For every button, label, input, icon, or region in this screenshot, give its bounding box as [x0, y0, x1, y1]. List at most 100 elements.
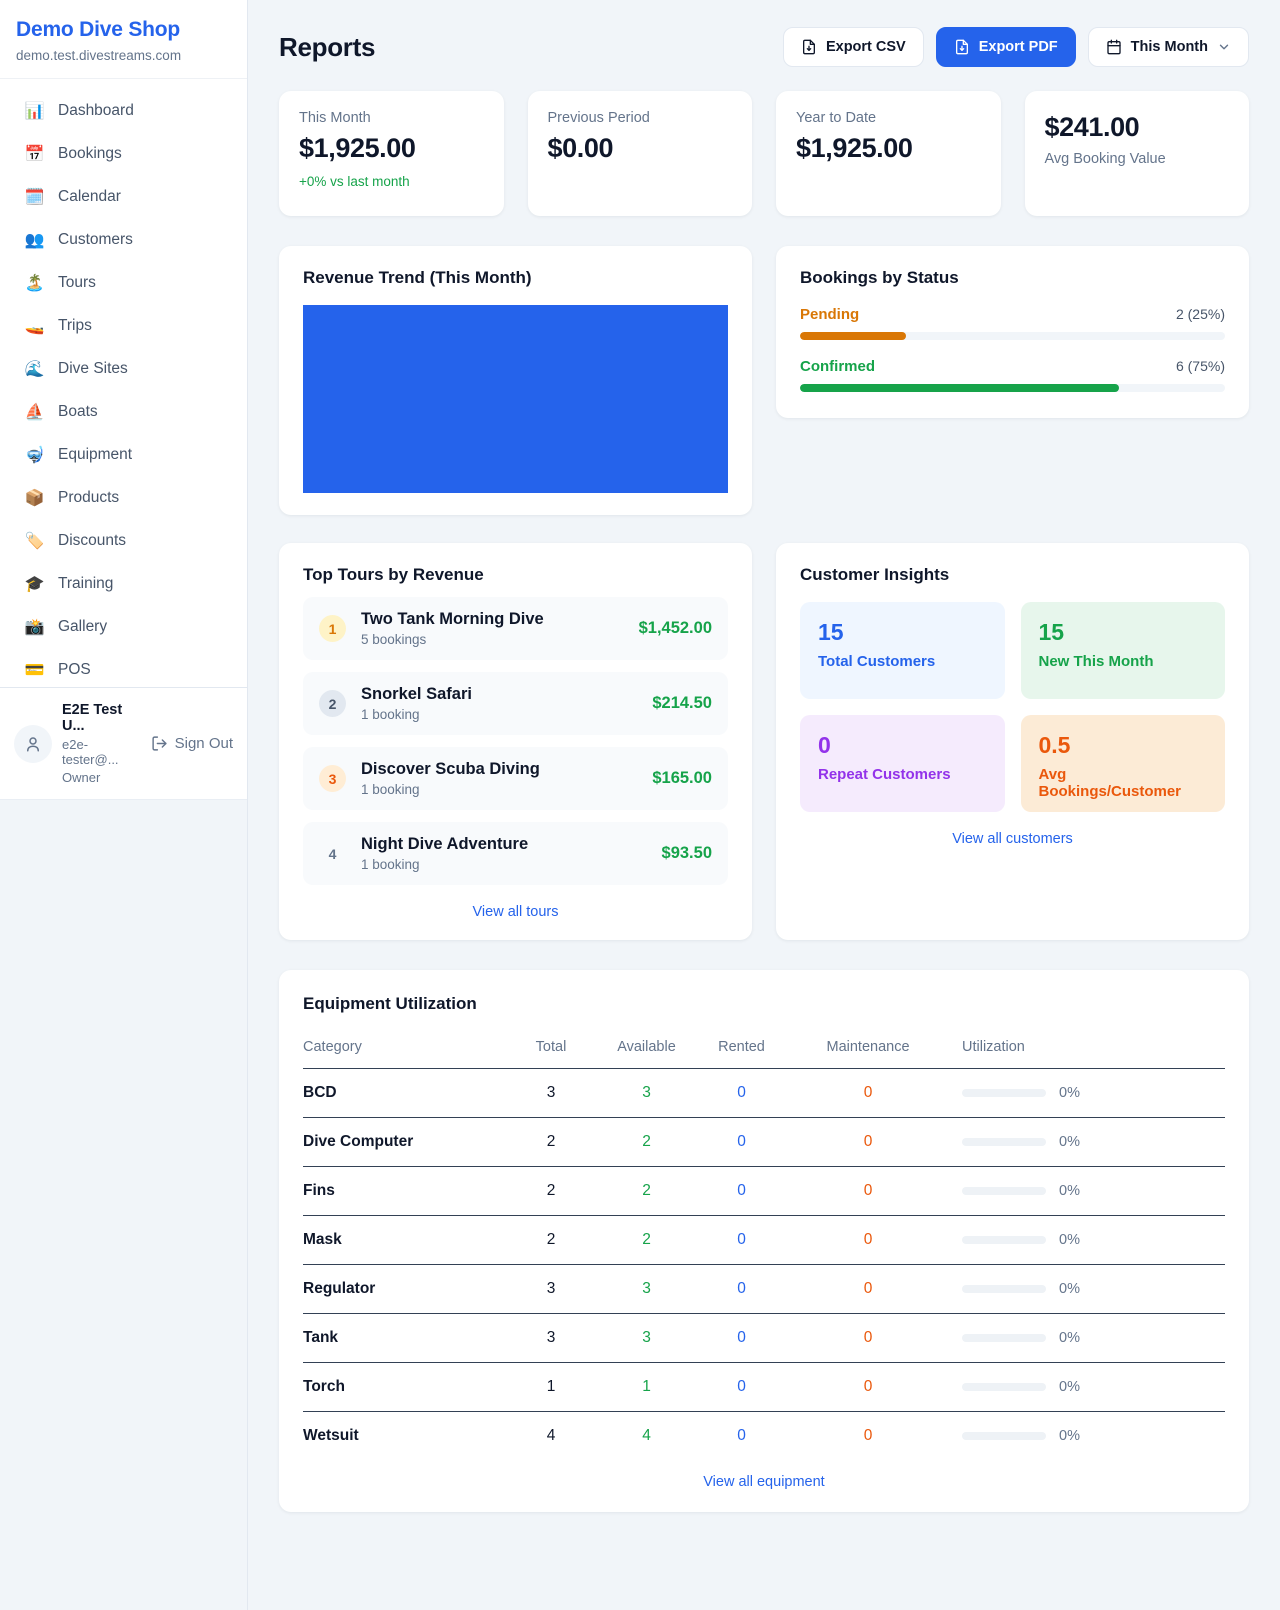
sidebar-panel: Demo Dive Shop demo.test.divestreams.com…	[0, 0, 247, 800]
sidebar-item-label: POS	[58, 661, 91, 679]
stat-card-avg-booking-value: $241.00 Avg Booking Value	[1025, 91, 1250, 216]
stat-label: Year to Date	[796, 110, 981, 126]
sidebar-item-label: Bookings	[58, 145, 122, 163]
cell-available: 1	[584, 1378, 709, 1396]
sidebar-item-discounts[interactable]: 🏷️ Discounts	[12, 523, 235, 559]
sidebar-item-label: Trips	[58, 317, 92, 335]
cell-rented: 0	[709, 1378, 774, 1396]
stat-value: $1,925.00	[299, 133, 484, 164]
sidebar-item-label: Calendar	[58, 188, 121, 206]
bookings-icon: 📅	[24, 144, 45, 164]
progress-fill	[800, 332, 906, 340]
table-row: Wetsuit 4 4 0 0 0%	[303, 1412, 1225, 1460]
cell-category: Mask	[303, 1231, 518, 1249]
sidebar-item-label: Training	[58, 575, 113, 593]
rank-badge: 3	[319, 765, 346, 792]
tour-amount: $214.50	[652, 694, 712, 713]
cell-category: BCD	[303, 1084, 518, 1102]
avatar	[14, 725, 52, 763]
user-icon	[24, 735, 42, 753]
table-row: Dive Computer 2 2 0 0 0%	[303, 1118, 1225, 1167]
tile-value: 0.5	[1039, 732, 1208, 759]
sidebar-item-dive-sites[interactable]: 🌊 Dive Sites	[12, 351, 235, 387]
status-label: Pending	[800, 306, 859, 323]
tour-name: Two Tank Morning Dive	[361, 610, 544, 629]
cell-total: 2	[518, 1133, 584, 1151]
tour-name: Discover Scuba Diving	[361, 760, 540, 779]
discounts-icon: 🏷️	[24, 531, 45, 551]
tile-total-customers: 15 Total Customers	[800, 602, 1005, 699]
top-tours-card: Top Tours by Revenue 1 Two Tank Morning …	[279, 543, 752, 940]
utilization-percent: 0%	[1059, 1232, 1080, 1248]
table-row: Tank 3 3 0 0 0%	[303, 1314, 1225, 1363]
sidebar-item-pos[interactable]: 💳 POS	[12, 652, 235, 687]
sidebar-item-boats[interactable]: ⛵ Boats	[12, 394, 235, 430]
cell-available: 4	[584, 1427, 709, 1445]
status-label: Confirmed	[800, 358, 875, 375]
cell-total: 2	[518, 1231, 584, 1249]
column-header: Available	[584, 1039, 709, 1055]
sidebar-nav: 📊 Dashboard 📅 Bookings 🗓️ Calendar 👥 Cus…	[0, 79, 247, 687]
cell-utilization: 0%	[962, 1232, 1225, 1248]
rank-badge: 4	[319, 840, 346, 867]
table-header: Category Total Available Rented Maintena…	[303, 1029, 1225, 1069]
rank-badge: 1	[319, 615, 346, 642]
user-role: Owner	[62, 770, 141, 785]
sidebar-item-bookings[interactable]: 📅 Bookings	[12, 136, 235, 172]
table-row: BCD 3 3 0 0 0%	[303, 1069, 1225, 1118]
cell-available: 2	[584, 1231, 709, 1249]
utilization-track	[962, 1187, 1046, 1195]
rank-badge: 2	[319, 690, 346, 717]
sidebar-item-calendar[interactable]: 🗓️ Calendar	[12, 179, 235, 215]
cell-rented: 0	[709, 1329, 774, 1347]
stat-card-previous-period: Previous Period $0.00	[528, 91, 753, 216]
page-header: Reports Export CSV Export PDF This Month	[279, 27, 1249, 67]
export-csv-label: Export CSV	[826, 39, 906, 55]
sidebar-item-customers[interactable]: 👥 Customers	[12, 222, 235, 258]
progress-fill	[800, 384, 1119, 392]
status-row-pending: Pending 2 (25%)	[800, 306, 1225, 340]
header-actions: Export CSV Export PDF This Month	[783, 27, 1249, 67]
stat-label: Previous Period	[548, 110, 733, 126]
sidebar-item-training[interactable]: 🎓 Training	[12, 566, 235, 602]
cell-total: 4	[518, 1427, 584, 1445]
cell-category: Regulator	[303, 1280, 518, 1298]
export-pdf-button[interactable]: Export PDF	[936, 27, 1076, 67]
cell-rented: 0	[709, 1231, 774, 1249]
calendar-icon: 🗓️	[24, 187, 45, 207]
training-icon: 🎓	[24, 574, 45, 594]
tour-bookings: 1 booking	[361, 707, 472, 722]
dive-sites-icon: 🌊	[24, 359, 45, 379]
sidebar-item-products[interactable]: 📦 Products	[12, 480, 235, 516]
sidebar-item-label: Dashboard	[58, 102, 134, 120]
sidebar-item-tours[interactable]: 🏝️ Tours	[12, 265, 235, 301]
sidebar-item-label: Customers	[58, 231, 133, 249]
view-all-equipment-link[interactable]: View all equipment	[303, 1474, 1225, 1490]
shop-domain: demo.test.divestreams.com	[16, 48, 231, 63]
insights-row: Top Tours by Revenue 1 Two Tank Morning …	[279, 543, 1249, 940]
status-value: 2 (25%)	[1176, 306, 1225, 322]
bookings-by-status-card: Bookings by Status Pending 2 (25%) Confi…	[776, 246, 1249, 418]
tile-value: 15	[1039, 619, 1208, 646]
tour-amount: $165.00	[652, 769, 712, 788]
cell-total: 3	[518, 1280, 584, 1298]
sidebar-item-gallery[interactable]: 📸 Gallery	[12, 609, 235, 645]
sign-out-button[interactable]: Sign Out	[151, 735, 233, 752]
tour-name: Night Dive Adventure	[361, 835, 528, 854]
dashboard-icon: 📊	[24, 101, 45, 121]
table-row: Fins 2 2 0 0 0%	[303, 1167, 1225, 1216]
equipment-icon: 🤿	[24, 445, 45, 465]
view-all-tours-link[interactable]: View all tours	[303, 904, 728, 920]
sidebar-header: Demo Dive Shop demo.test.divestreams.com	[0, 0, 247, 79]
period-dropdown[interactable]: This Month	[1088, 27, 1249, 67]
cell-maintenance: 0	[774, 1231, 962, 1249]
tile-repeat-customers: 0 Repeat Customers	[800, 715, 1005, 812]
cell-category: Wetsuit	[303, 1427, 518, 1445]
cell-available: 2	[584, 1182, 709, 1200]
sidebar-item-dashboard[interactable]: 📊 Dashboard	[12, 93, 235, 129]
sidebar-item-equipment[interactable]: 🤿 Equipment	[12, 437, 235, 473]
export-csv-button[interactable]: Export CSV	[783, 27, 924, 67]
tour-row: 2 Snorkel Safari 1 booking $214.50	[303, 672, 728, 735]
sidebar-item-trips[interactable]: 🚤 Trips	[12, 308, 235, 344]
view-all-customers-link[interactable]: View all customers	[800, 831, 1225, 847]
